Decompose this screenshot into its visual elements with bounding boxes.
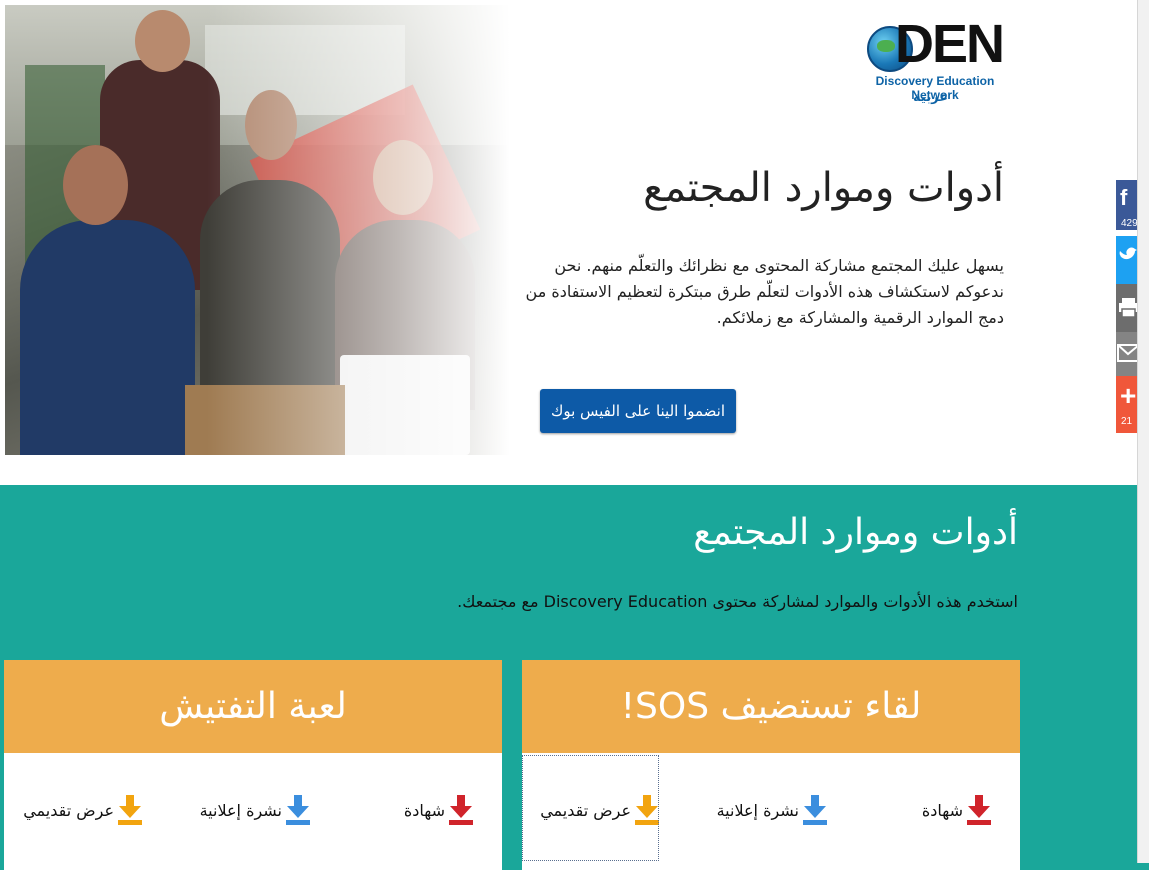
hero-title: أدوات وموارد المجتمع bbox=[643, 165, 1004, 211]
focus-outline bbox=[522, 755, 659, 861]
flyer-download[interactable]: نشرة إعلانية bbox=[717, 795, 827, 825]
flyer-download[interactable]: نشرة إعلانية bbox=[200, 795, 310, 825]
logo-region: عربية bbox=[913, 90, 949, 105]
facebook-share-button[interactable]: f 429 bbox=[1116, 180, 1137, 230]
download-blue-icon bbox=[803, 795, 827, 825]
email-share-button[interactable] bbox=[1116, 332, 1137, 376]
download-orange-icon bbox=[118, 795, 142, 825]
email-icon bbox=[1117, 344, 1137, 362]
join-facebook-button[interactable]: انضموا الينا على الفيس بوك bbox=[540, 389, 736, 433]
download-label: نشرة إعلانية bbox=[716, 800, 799, 820]
download-blue-icon bbox=[286, 795, 310, 825]
print-share-button[interactable] bbox=[1116, 284, 1137, 332]
certificate-download[interactable]: شهادة bbox=[404, 795, 473, 825]
den-logo[interactable]: DEN Discovery Education Network عربية bbox=[855, 12, 1015, 112]
download-label: عرض تقديمي bbox=[23, 800, 114, 820]
certificate-download[interactable]: شهادة bbox=[922, 795, 991, 825]
team-photo bbox=[5, 5, 510, 455]
hero-section: DEN Discovery Education Network عربية أد… bbox=[0, 0, 1137, 485]
print-icon bbox=[1119, 298, 1137, 318]
card-title: لقاء تستضيف SOS! bbox=[522, 660, 1020, 753]
download-red-icon bbox=[449, 795, 473, 825]
twitter-icon bbox=[1119, 247, 1137, 260]
page-scrollbar[interactable] bbox=[1137, 0, 1149, 863]
share-count: 21 bbox=[1121, 416, 1133, 427]
section-title: أدوات وموارد المجتمع bbox=[693, 512, 1018, 553]
hero-description: يسهل عليك المجتمع مشاركة المحتوى مع نظرا… bbox=[525, 256, 1004, 327]
download-red-icon bbox=[967, 795, 991, 825]
plus-icon: + bbox=[1120, 380, 1137, 411]
more-share-button[interactable]: + 21 bbox=[1116, 376, 1137, 433]
download-label: نشرة إعلانية bbox=[199, 800, 282, 820]
facebook-icon: f bbox=[1120, 185, 1128, 210]
card-title: لعبة التفتيش bbox=[4, 660, 502, 753]
share-count: 429 bbox=[1121, 218, 1137, 229]
presentation-download[interactable]: عرض تقديمي bbox=[23, 795, 142, 825]
download-label: شهادة bbox=[921, 800, 963, 820]
logo-mark: DEN bbox=[895, 14, 1005, 74]
section-subtitle: استخدم هذه الأدوات والموارد لمشاركة محتو… bbox=[457, 592, 1018, 611]
twitter-share-button[interactable] bbox=[1116, 236, 1137, 284]
download-label: شهادة bbox=[403, 800, 445, 820]
inspection-card: لعبة التفتيش bbox=[4, 660, 502, 870]
